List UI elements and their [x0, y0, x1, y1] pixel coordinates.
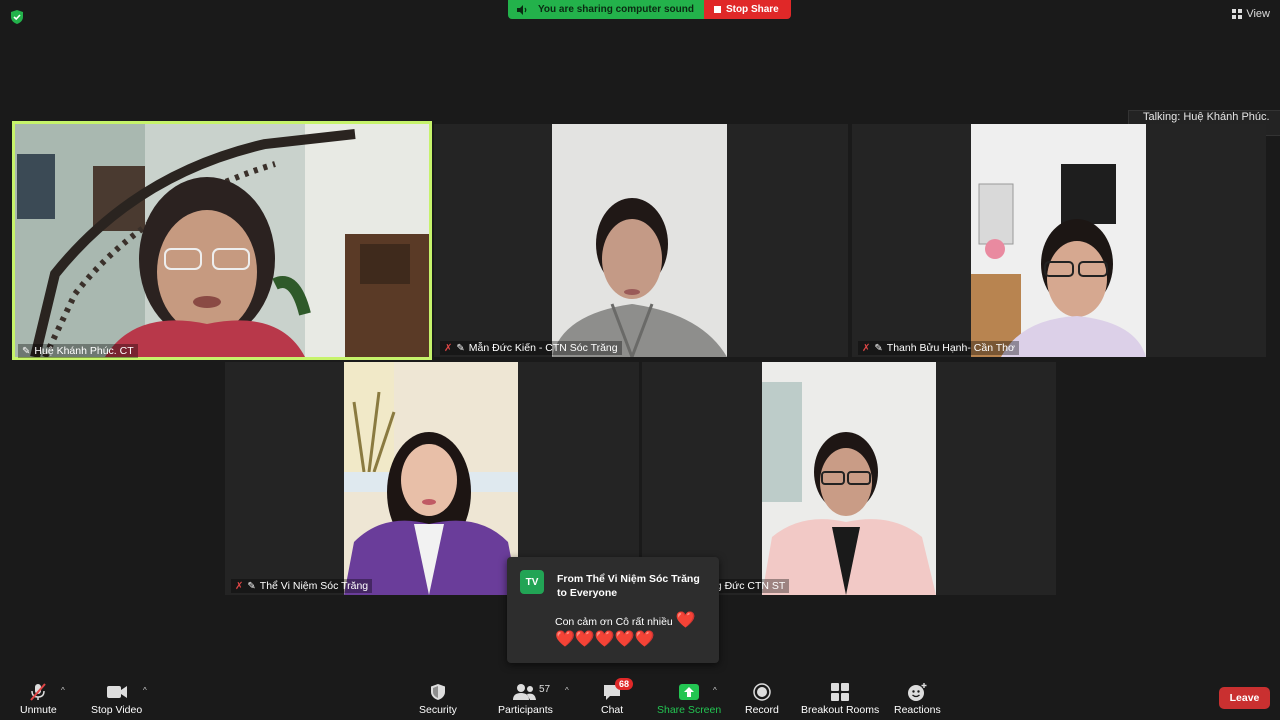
record-button[interactable]: Record	[745, 682, 779, 716]
mic-muted-icon	[30, 683, 47, 701]
participant-name-tag: ✎ Huệ Khánh Phúc. CT	[18, 344, 138, 358]
pin-icon[interactable]: ✎	[247, 581, 255, 592]
sharing-sound-indicator: You are sharing computer sound	[508, 0, 704, 19]
security-button[interactable]: Security	[419, 682, 457, 716]
unmute-button[interactable]: Unmute	[20, 682, 57, 716]
breakout-rooms-button[interactable]: Breakout Rooms	[801, 682, 879, 716]
participant-video	[971, 124, 1146, 357]
reactions-button[interactable]: Reactions	[894, 682, 941, 716]
video-tile[interactable]: ✎ Huệ Khánh Phúc. CT	[12, 121, 432, 360]
chevron-up-icon[interactable]: ^	[143, 686, 147, 695]
mic-muted-icon: ✗	[862, 342, 871, 354]
mic-muted-icon: ✗	[444, 342, 453, 354]
leave-label: Leave	[1229, 692, 1260, 704]
participant-name-tag: ✗ ✎ Thanh Bửu Hạnh- Cần Thơ	[858, 341, 1019, 355]
sharing-status-bar: You are sharing computer sound Stop Shar…	[508, 0, 791, 19]
chat-notification[interactable]: TV From Thể Vi Niệm Sóc Trăng to Everyon…	[507, 557, 719, 663]
participant-name: Mẫn Đức Kiến - CTN Sóc Trăng	[468, 342, 618, 354]
stop-video-label: Stop Video	[91, 704, 143, 716]
video-camera-icon	[106, 686, 127, 698]
record-label: Record	[745, 704, 779, 716]
pin-icon[interactable]: ✎	[874, 343, 882, 354]
participant-name: Thể Vi Niệm Sóc Trăng	[259, 580, 369, 592]
reactions-label: Reactions	[894, 704, 941, 716]
shield-icon[interactable]	[9, 9, 25, 25]
breakout-rooms-label: Breakout Rooms	[801, 704, 880, 716]
share-screen-label: Share Screen	[657, 704, 722, 716]
share-screen-icon	[679, 684, 700, 700]
smiley-add-icon	[908, 683, 927, 701]
chevron-up-icon[interactable]: ^	[565, 686, 569, 695]
stop-video-button[interactable]: Stop Video	[91, 682, 142, 716]
participant-name: Thanh Bửu Hạnh- Cần Thơ	[886, 342, 1015, 354]
participant-name: ng Đức CTN ST	[710, 580, 786, 592]
chat-label: Chat	[601, 704, 624, 716]
participants-count: 57	[539, 684, 551, 695]
meeting-toolbar	[0, 676, 1280, 720]
unmute-label: Unmute	[20, 704, 57, 716]
view-button[interactable]: View	[1232, 8, 1270, 20]
pin-icon[interactable]: ✎	[22, 346, 30, 357]
stop-share-button[interactable]: Stop Share	[703, 0, 791, 19]
chat-message: Con cảm ơn Cô rất nhiều ❤️ ❤️❤️❤️❤️❤️	[555, 612, 715, 650]
leave-button[interactable]: Leave	[1219, 687, 1270, 709]
security-shield-icon	[430, 684, 445, 700]
grid-view-icon	[1232, 9, 1243, 19]
pin-icon[interactable]: ✎	[456, 343, 464, 354]
heart-emoji-row: ❤️❤️❤️❤️❤️	[555, 631, 655, 648]
record-icon	[753, 683, 771, 701]
mic-muted-icon: ✗	[235, 580, 244, 592]
chat-unread-badge: 68	[615, 678, 634, 690]
participant-video	[762, 362, 936, 595]
stop-share-label: Stop Share	[725, 4, 779, 15]
people-icon	[513, 684, 537, 700]
participant-video	[552, 124, 727, 357]
chat-message-text: Con cảm ơn Cô rất nhiều	[555, 616, 673, 628]
participant-name: Huệ Khánh Phúc. CT	[34, 345, 134, 357]
participant-video	[15, 124, 429, 357]
chat-sender: From Thể Vi Niệm Sóc Trăng to Everyone	[557, 573, 700, 599]
participant-video	[344, 362, 518, 595]
participants-label: Participants	[498, 704, 553, 716]
heart-emoji: ❤️	[675, 612, 696, 629]
view-label: View	[1246, 8, 1270, 20]
speaker-icon	[517, 4, 527, 15]
sharing-sound-label: You are sharing computer sound	[538, 4, 694, 15]
participant-name-tag: ✗ ✎ Mẫn Đức Kiến - CTN Sóc Trăng	[440, 341, 622, 355]
share-screen-button[interactable]: Share Screen	[657, 682, 721, 716]
breakout-rooms-icon	[831, 683, 850, 701]
video-tile[interactable]: ✗ ✎ Mẫn Đức Kiến - CTN Sóc Trăng	[434, 124, 848, 357]
participant-name-tag: ✗ ✎ Thể Vi Niệm Sóc Trăng	[231, 579, 373, 593]
video-tile[interactable]: ✗ ✎ Thanh Bửu Hạnh- Cần Thơ	[852, 124, 1266, 357]
avatar: TV	[520, 570, 544, 594]
chevron-up-icon[interactable]: ^	[713, 686, 717, 695]
chevron-up-icon[interactable]: ^	[61, 686, 65, 695]
security-label: Security	[419, 704, 457, 716]
stop-icon	[713, 6, 721, 13]
